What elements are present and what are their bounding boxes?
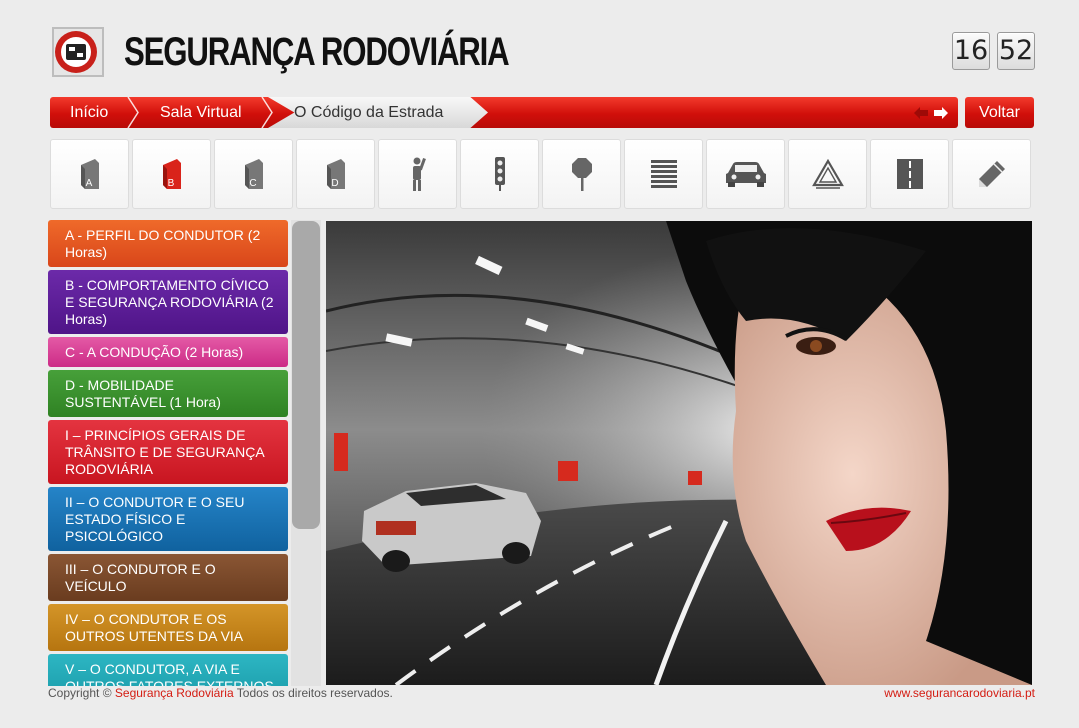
nav-arrows-icon[interactable] bbox=[914, 106, 948, 120]
website-link[interactable]: www.segurancarodoviaria.pt bbox=[884, 686, 1035, 700]
module-item-label: B - COMPORTAMENTO CÍVICO E SEGURANÇA ROD… bbox=[65, 277, 274, 327]
book-letter: A bbox=[85, 178, 92, 189]
module-item-label: IV – O CONDUTOR E OS OUTROS UTENTES DA V… bbox=[65, 611, 244, 644]
road-sign-icon bbox=[571, 158, 592, 191]
book-letter: C bbox=[249, 178, 256, 189]
book-a-icon: A bbox=[80, 159, 99, 189]
module-item-label: III – O CONDUTOR E O VEÍCULO bbox=[65, 561, 216, 594]
toolbar-item-module-c[interactable]: C bbox=[214, 139, 293, 209]
book-c-icon: C bbox=[244, 159, 263, 189]
module-item-label: I – PRINCÍPIOS GERAIS DE TRÂNSITO E DE S… bbox=[65, 427, 264, 477]
module-item-label: A - PERFIL DO CONDUTOR (2 Horas) bbox=[65, 227, 261, 260]
header: SEGURANÇA RODOVIÁRIA 16 52 bbox=[0, 0, 1079, 95]
pencil-icon bbox=[978, 161, 1005, 187]
sidebar-scrollbar-thumb[interactable] bbox=[292, 221, 320, 529]
traffic-agent-icon bbox=[412, 157, 426, 191]
module-item-label: V – O CONDUTOR, A VIA E OUTROS FATORES E… bbox=[65, 661, 274, 686]
module-item-label: II – O CONDUTOR E O SEU ESTADO FÍSICO E … bbox=[65, 494, 245, 544]
copyright-brand-link[interactable]: Segurança Rodoviária bbox=[115, 686, 234, 700]
toolbar-item-module-b[interactable]: B bbox=[132, 139, 211, 209]
toolbar-item-traffic-light[interactable] bbox=[460, 139, 539, 209]
module-item-label: D - MOBILIDADE SUSTENTÁVEL (1 Hora) bbox=[65, 377, 221, 410]
breadcrumb: Início Sala Virtual O Código da Estrada bbox=[50, 97, 958, 128]
breadcrumb-separator-icon bbox=[127, 97, 139, 128]
traffic-light-icon bbox=[494, 157, 505, 191]
toolbar-item-car[interactable] bbox=[706, 139, 785, 209]
road-markings-icon bbox=[650, 160, 677, 188]
back-button[interactable]: Voltar bbox=[965, 97, 1034, 128]
module-item-iv[interactable]: IV – O CONDUTOR E OS OUTROS UTENTES DA V… bbox=[48, 604, 288, 651]
book-letter: B bbox=[167, 178, 174, 189]
copyright-prefix: Copyright © bbox=[48, 686, 112, 700]
breadcrumb-separator-icon bbox=[261, 97, 273, 128]
logo-icon bbox=[52, 27, 104, 77]
module-item-d[interactable]: D - MOBILIDADE SUSTENTÁVEL (1 Hora) bbox=[48, 370, 288, 417]
module-item-i[interactable]: I – PRINCÍPIOS GERAIS DE TRÂNSITO E DE S… bbox=[48, 420, 288, 484]
toolbar-item-road-sign[interactable] bbox=[542, 139, 621, 209]
copyright: Copyright © Segurança Rodoviária Todos o… bbox=[48, 686, 393, 700]
tunnel-car-woman-illustration bbox=[326, 221, 1032, 685]
toolbar-item-module-d[interactable]: D bbox=[296, 139, 375, 209]
module-item-a[interactable]: A - PERFIL DO CONDUTOR (2 Horas) bbox=[48, 220, 288, 267]
book-d-icon: D bbox=[326, 159, 345, 189]
breadcrumb-current: O Código da Estrada bbox=[294, 104, 444, 121]
road-icon bbox=[896, 159, 923, 189]
module-item-ii[interactable]: II – O CONDUTOR E O SEU ESTADO FÍSICO E … bbox=[48, 487, 288, 551]
clock-minutes: 52 bbox=[997, 32, 1035, 70]
clock-hours: 16 bbox=[952, 32, 990, 70]
module-list: A - PERFIL DO CONDUTOR (2 Horas) B - COM… bbox=[48, 220, 288, 686]
toolbar-item-traffic-agent[interactable] bbox=[378, 139, 457, 209]
module-item-b[interactable]: B - COMPORTAMENTO CÍVICO E SEGURANÇA ROD… bbox=[48, 270, 288, 334]
warning-triangle-icon bbox=[811, 159, 844, 189]
breadcrumb-virtual-room[interactable]: Sala Virtual bbox=[160, 97, 242, 128]
toolbar-item-pencil[interactable] bbox=[952, 139, 1031, 209]
module-item-v[interactable]: V – O CONDUTOR, A VIA E OUTROS FATORES E… bbox=[48, 654, 288, 686]
module-item-c[interactable]: C - A CONDUÇÃO (2 Horas) bbox=[48, 337, 288, 367]
car-icon bbox=[725, 162, 766, 187]
breadcrumb-home[interactable]: Início bbox=[70, 97, 108, 128]
hero-image bbox=[326, 221, 1032, 685]
toolbar-item-road-markings[interactable] bbox=[624, 139, 703, 209]
book-b-icon: B bbox=[162, 159, 181, 189]
book-letter: D bbox=[331, 178, 338, 189]
toolbar-item-warning-triangle[interactable] bbox=[788, 139, 867, 209]
module-item-iii[interactable]: III – O CONDUTOR E O VEÍCULO bbox=[48, 554, 288, 601]
copyright-suffix: Todos os direitos reservados. bbox=[236, 686, 393, 700]
toolbar-item-road[interactable] bbox=[870, 139, 949, 209]
brand-title: SEGURANÇA RODOVIÁRIA bbox=[124, 30, 510, 74]
module-item-label: C - A CONDUÇÃO (2 Horas) bbox=[65, 344, 244, 360]
toolbar-item-module-a[interactable]: A bbox=[50, 139, 129, 209]
